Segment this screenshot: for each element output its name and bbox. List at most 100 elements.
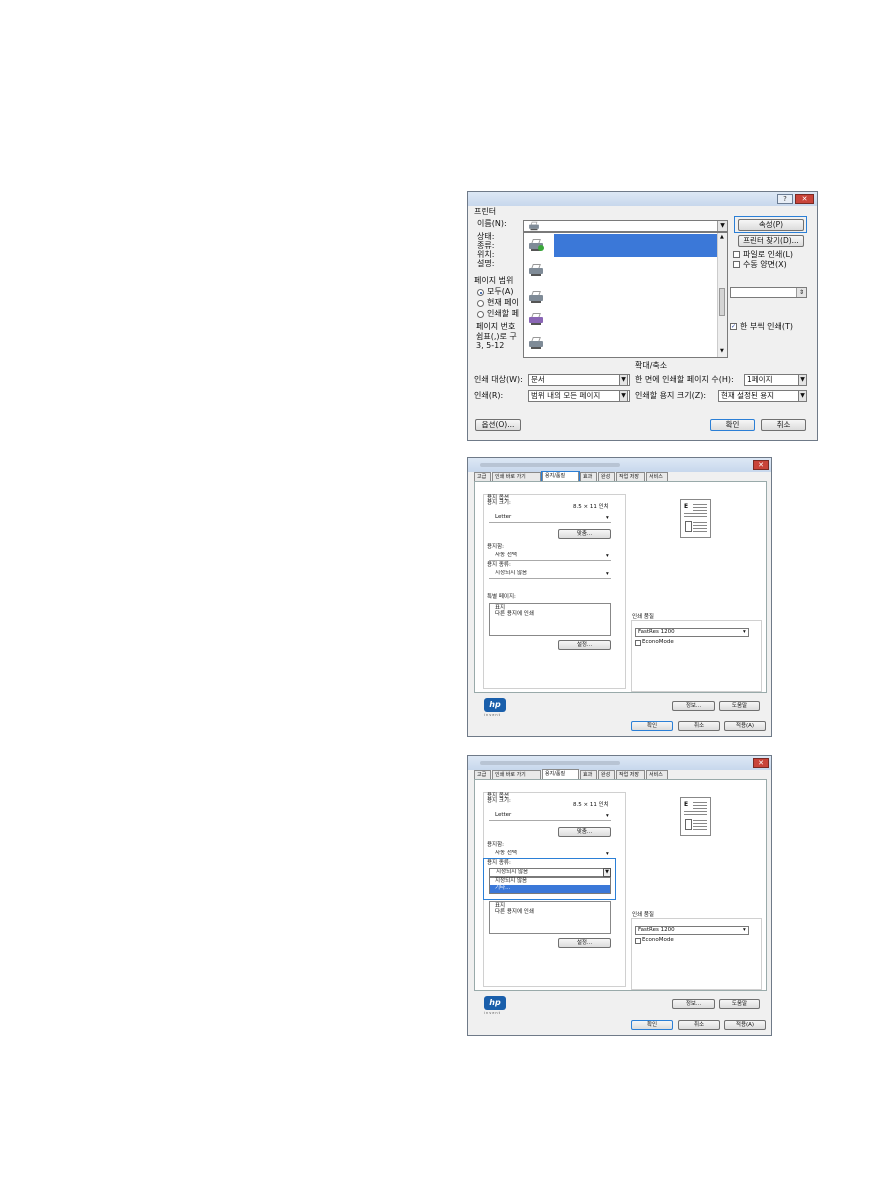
paper-size-dim: 8.5 × 11 인치 [573, 504, 609, 510]
about-button[interactable]: 정보... [672, 999, 715, 1009]
current-page-radio[interactable] [477, 300, 484, 307]
close-button[interactable]: ✕ [753, 460, 769, 470]
special-pages-list[interactable]: 표지 다른 용지에 인쇄 [489, 603, 611, 636]
about-button[interactable]: 정보... [672, 701, 715, 711]
ok-button[interactable]: 확인 [710, 419, 755, 431]
apply-button[interactable]: 적용(A) [724, 1020, 766, 1030]
chevron-down-icon[interactable]: ▾ [606, 851, 609, 858]
collate-checkbox[interactable]: ✓ [730, 323, 737, 330]
printer-name-combo[interactable]: ▼ [523, 220, 728, 232]
chevron-down-icon[interactable]: ▼ [717, 221, 727, 231]
chevron-down-icon[interactable]: ▾ [743, 629, 746, 636]
manual-duplex-checkbox[interactable] [733, 261, 740, 268]
hp-logo: hp [484, 698, 506, 712]
cancel-button[interactable]: 취소 [761, 419, 806, 431]
tab-shortcuts[interactable]: 인쇄 바로 가기 [492, 770, 541, 779]
paper-size-dim: 8.5 × 11 인치 [573, 802, 609, 808]
spinner-icon[interactable]: ⇕ [796, 288, 806, 297]
chevron-down-icon[interactable]: ▼ [619, 374, 628, 386]
ok-button[interactable]: 확인 [631, 721, 673, 731]
close-button[interactable]: ✕ [753, 758, 769, 768]
all-radio[interactable] [477, 289, 484, 296]
find-printer-button[interactable]: 프린터 찾기(D)... [738, 235, 804, 247]
printer-dropdown-list[interactable]: ▲ ▼ [523, 232, 728, 358]
tab-services[interactable]: 서비스 [646, 472, 668, 481]
print-quality-combo[interactable]: FastRes 1200 [635, 926, 749, 935]
cancel-button[interactable]: 취소 [678, 1020, 720, 1030]
properties-button[interactable]: 속성(P) [738, 219, 804, 231]
chevron-down-icon[interactable]: ▾ [606, 515, 609, 522]
chevron-down-icon[interactable]: ▼ [619, 390, 628, 402]
chevron-down-icon[interactable]: ▼ [603, 868, 611, 877]
printer-icon[interactable] [528, 291, 544, 303]
tab-paper-quality[interactable]: 용지/품질 [542, 769, 579, 779]
custom-button[interactable]: 맞춤... [558, 827, 611, 837]
default-printer-icon[interactable] [528, 239, 544, 251]
paper-type-dropdown[interactable]: 지정되지 않음 기타... [489, 877, 611, 894]
chevron-down-icon[interactable]: ▼ [798, 374, 807, 386]
scroll-up-icon[interactable]: ▲ [720, 234, 724, 240]
economode-checkbox[interactable] [635, 640, 641, 646]
settings-button[interactable]: 설정... [558, 640, 611, 650]
name-label: 이름(N): [477, 219, 507, 228]
tab-advanced[interactable]: 고급 [474, 770, 491, 779]
print-quality-combo[interactable]: FastRes 1200 [635, 628, 749, 637]
scroll-thumb[interactable] [719, 288, 725, 316]
chevron-down-icon[interactable]: ▾ [606, 813, 609, 820]
dropdown-option[interactable]: 지정되지 않음 [495, 878, 527, 885]
page-hint-2: 쉼표(,)로 구 [476, 332, 517, 341]
tab-finishing[interactable]: 완성 [598, 770, 615, 779]
tab-panel: 용지 옵션 용지 크기: 8.5 × 11 인치 Letter ▾ 맞춤... … [474, 779, 767, 991]
tab-effects[interactable]: 효과 [580, 770, 597, 779]
list-item[interactable]: 다른 용지에 인쇄 [495, 611, 534, 618]
tab-services[interactable]: 서비스 [646, 770, 668, 779]
help-button[interactable]: 도움말 [719, 999, 760, 1009]
options-button[interactable]: 옵션(O)... [475, 419, 521, 431]
dropdown-option-selected[interactable]: 기타... [490, 885, 610, 893]
tab-advanced[interactable]: 고급 [474, 472, 491, 481]
tab-panel: 용지 옵션 용지 크기: 8.5 × 11 인치 Letter ▾ 맞춤... … [474, 481, 767, 693]
chevron-down-icon[interactable]: ▼ [798, 390, 807, 402]
printer-icon[interactable] [528, 264, 544, 276]
tab-job-storage[interactable]: 작업 저장 [616, 472, 645, 481]
scroll-down-icon[interactable]: ▼ [720, 348, 724, 354]
help-title-button[interactable]: ? [777, 194, 793, 204]
paper-type-combo[interactable]: 지정되지 않음 [489, 868, 611, 877]
copies-spinner[interactable]: ⇕ [730, 287, 807, 298]
printer-icon[interactable] [528, 337, 544, 349]
special-pages-list[interactable]: 표지 다른 용지에 인쇄 [489, 901, 611, 934]
pages-per-sheet-label: 한 면에 인쇄할 페이지 수(H): [635, 375, 734, 384]
close-button[interactable]: ✕ [795, 194, 814, 204]
chevron-down-icon[interactable]: ▾ [743, 927, 746, 934]
help-button[interactable]: 도움말 [719, 701, 760, 711]
list-scrollbar[interactable]: ▲ ▼ [717, 233, 727, 357]
print-to-file-checkbox[interactable] [733, 251, 740, 258]
apply-button[interactable]: 적용(A) [724, 721, 766, 731]
tab-finishing[interactable]: 완성 [598, 472, 615, 481]
list-item[interactable]: 다른 용지에 인쇄 [495, 909, 534, 916]
tab-effects[interactable]: 효과 [580, 472, 597, 481]
economode-checkbox[interactable] [635, 938, 641, 944]
paper-size-combo[interactable]: Letter [489, 812, 611, 821]
ok-button[interactable]: 확인 [631, 1020, 673, 1030]
paper-source-combo[interactable]: 자동 선택 [489, 552, 611, 561]
properties-dialog: ✕ 고급 인쇄 바로 가기 용지/품질 효과 완성 작업 저장 서비스 용지 옵… [467, 755, 772, 1036]
printer-list-item-selected[interactable] [554, 234, 717, 257]
tab-job-storage[interactable]: 작업 저장 [616, 770, 645, 779]
tab-shortcuts[interactable]: 인쇄 바로 가기 [492, 472, 541, 481]
scale-combo[interactable]: 현재 설정된 용지 [718, 390, 807, 402]
chevron-down-icon[interactable]: ▾ [606, 553, 609, 560]
print-what-combo[interactable]: 문서 [528, 374, 630, 386]
cancel-button[interactable]: 취소 [678, 721, 720, 731]
paper-type-combo[interactable]: 지정되지 않음 [489, 570, 611, 579]
fax-printer-icon[interactable] [528, 313, 544, 325]
print-combo[interactable]: 범위 내의 모든 페이지 [528, 390, 630, 402]
paper-size-label: 용지 크기: [487, 798, 511, 804]
paper-size-combo[interactable]: Letter [489, 514, 611, 523]
page-hint-3: 3, 5-12 [476, 341, 505, 350]
paper-options-group [483, 494, 626, 689]
settings-button[interactable]: 설정... [558, 938, 611, 948]
chevron-down-icon[interactable]: ▾ [606, 571, 609, 578]
pages-radio[interactable] [477, 311, 484, 318]
custom-button[interactable]: 맞춤... [558, 529, 611, 539]
